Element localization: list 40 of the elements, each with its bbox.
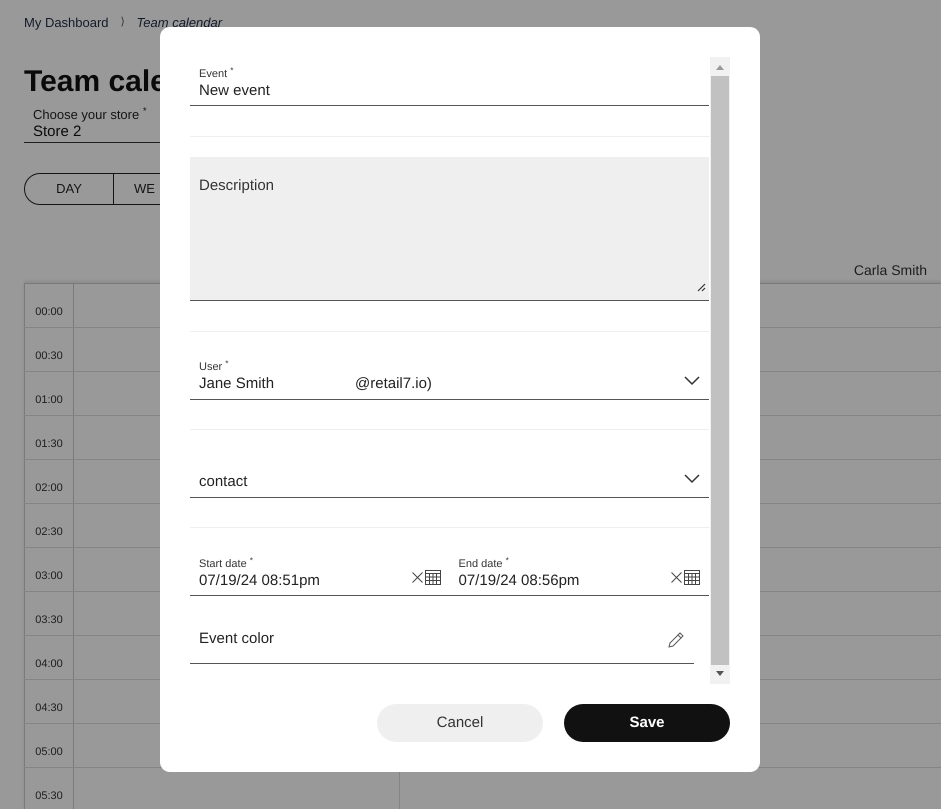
time-label: 00:30 — [35, 350, 63, 362]
cancel-button[interactable]: Cancel — [377, 704, 543, 742]
time-label: 03:00 — [35, 570, 63, 582]
color-field[interactable]: Event color — [190, 616, 694, 664]
time-label: 05:30 — [35, 790, 63, 802]
breadcrumb-link[interactable]: My Dashboard — [24, 12, 109, 32]
chevron-down-icon[interactable] — [684, 474, 700, 484]
chevron-right-icon: ⟩ — [120, 14, 125, 31]
select-field[interactable]: contact — [190, 452, 709, 498]
view-tab[interactable]: DAY — [25, 174, 113, 204]
date-field[interactable]: End date $^{*}$ 07/19/24 08:56pm — [450, 550, 709, 596]
time-label: 04:30 — [35, 702, 63, 714]
text-field[interactable]: Event $^{*}$ New event — [190, 65, 709, 106]
save-button[interactable]: Save — [564, 704, 730, 742]
time-label: 05:00 — [35, 746, 63, 758]
field-label: Event $^{*}$ — [199, 67, 234, 81]
time-label: 00:00 — [35, 306, 63, 318]
time-label: 02:30 — [35, 526, 63, 538]
eyedropper-icon[interactable] — [667, 630, 685, 648]
time-label: 04:00 — [35, 658, 63, 670]
time-label: 01:00 — [35, 394, 63, 406]
time-label: 02:00 — [35, 482, 63, 494]
scrollbar[interactable] — [710, 57, 730, 684]
field-label: End date $^{*}$ — [458, 557, 509, 571]
clear-icon[interactable] — [671, 572, 682, 582]
date-field[interactable]: Start date $^{*}$ 07/19/24 08:51pm — [190, 550, 450, 596]
scroll-down-icon[interactable] — [716, 671, 724, 676]
store-label: Choose your store $^{*}$ — [33, 107, 147, 123]
chevron-down-icon[interactable] — [684, 376, 700, 386]
calendar-icon[interactable] — [684, 569, 700, 585]
field-label: Start date $^{*}$ — [199, 557, 253, 571]
calendar-icon[interactable] — [424, 569, 440, 585]
time-label: 03:30 — [35, 614, 63, 626]
clear-icon[interactable] — [412, 572, 422, 582]
select-field[interactable]: User $^{*}$ Jane Smith @retail7.io) — [190, 354, 709, 400]
field-label: User $^{*}$ — [199, 360, 228, 374]
time-label: 01:30 — [35, 438, 63, 450]
resize-handle-icon[interactable] — [697, 283, 706, 292]
description-field[interactable]: Description — [190, 157, 709, 301]
column-header: Carla Smith — [854, 261, 927, 280]
